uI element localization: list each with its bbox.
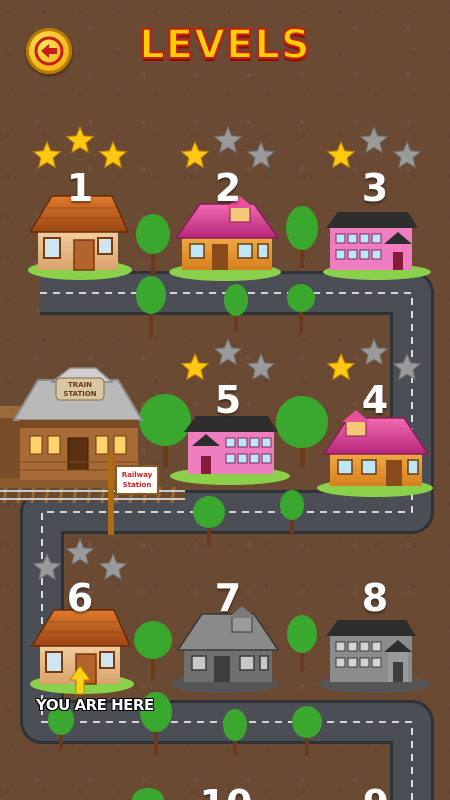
star-empty-icon — [98, 552, 128, 581]
tree — [286, 206, 318, 268]
star-filled-icon — [98, 140, 128, 169]
tree — [224, 284, 248, 332]
level-2-number[interactable]: 2 — [198, 168, 258, 208]
tree — [132, 788, 164, 800]
level-3-number[interactable]: 3 — [345, 168, 405, 208]
station-roof-line-2: STATION — [63, 390, 96, 398]
tree — [292, 706, 322, 756]
level-9-number[interactable]: 9 — [346, 784, 406, 800]
page-title: LEVELS — [138, 21, 311, 69]
station-roof-line-1: TRAIN — [68, 381, 92, 389]
star-filled-icon — [180, 140, 210, 169]
star-filled-icon — [32, 140, 62, 169]
tree — [287, 615, 317, 672]
level-5-number[interactable]: 5 — [198, 380, 258, 420]
star-empty-icon — [246, 140, 276, 169]
tree — [136, 214, 170, 276]
level-6-number[interactable]: 6 — [50, 578, 110, 618]
you-are-here-label: YOU ARE HERE — [36, 696, 154, 714]
star-empty-icon — [246, 352, 276, 381]
sign-line-2: Station — [123, 481, 152, 489]
sign-line-1: Railway — [122, 471, 153, 479]
star-filled-icon — [326, 352, 356, 381]
tree — [276, 396, 328, 468]
star-empty-icon — [213, 125, 243, 154]
star-filled-icon — [326, 140, 356, 169]
star-empty-icon — [65, 537, 95, 566]
star-filled-icon — [65, 125, 95, 154]
level-4-number[interactable]: 4 — [345, 380, 405, 420]
tree — [223, 709, 247, 755]
level-8-house[interactable] — [318, 620, 430, 693]
star-empty-icon — [213, 337, 243, 366]
star-empty-icon — [392, 140, 422, 169]
level-8-number[interactable]: 8 — [345, 578, 405, 618]
tree — [136, 276, 166, 338]
star-empty-icon — [359, 125, 389, 154]
tree — [193, 496, 225, 546]
star-empty-icon — [359, 337, 389, 366]
level-map: TRAIN STATION Railway Station LEVELS 1 2… — [0, 0, 450, 800]
tree — [134, 621, 172, 680]
tree — [139, 394, 191, 468]
level-1-number[interactable]: 1 — [50, 168, 110, 208]
level-3-house[interactable] — [323, 212, 431, 280]
star-filled-icon — [180, 352, 210, 381]
level-7-number[interactable]: 7 — [198, 578, 258, 618]
level-10-number[interactable]: 10 — [196, 784, 256, 800]
